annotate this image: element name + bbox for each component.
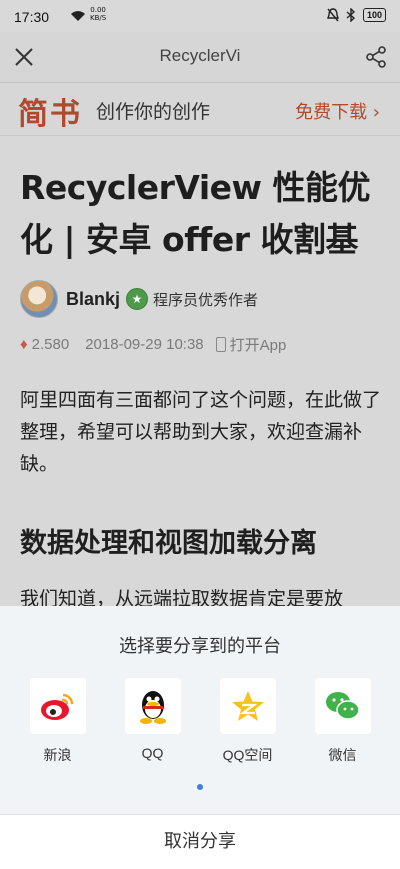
status-time: 17:30	[14, 9, 50, 25]
cancel-share-button[interactable]: 取消分享	[0, 814, 400, 869]
open-app-link[interactable]: 打开App	[230, 334, 287, 355]
author-row[interactable]: Blankj ★ 程序员优秀作者	[20, 279, 258, 319]
author-role: 程序员优秀作者	[153, 290, 259, 309]
intro-paragraph: 阿里四面有三面都问了这个问题，在此做了整理，希望可以帮助到大家，欢迎查漏补缺。	[20, 389, 382, 475]
page-indicator	[197, 784, 203, 790]
banner-slogan: 创作你的创作	[96, 101, 211, 123]
author-name[interactable]: Blankj	[66, 289, 120, 310]
page-title: RecyclerVi	[159, 46, 241, 65]
share-qzone[interactable]: QQ空间	[208, 678, 288, 765]
share-icon[interactable]	[364, 45, 388, 69]
qq-icon[interactable]	[124, 678, 181, 734]
section-heading: 数据处理和视图加载分离	[20, 528, 317, 559]
share-wechat[interactable]: 微信	[303, 678, 383, 765]
jianshu-logo: 简书	[18, 97, 82, 132]
net-speed-unit: KB/S	[90, 14, 107, 22]
share-platforms: 新浪 QQ QQ空间 微信	[0, 678, 400, 765]
share-qq[interactable]: QQ	[113, 678, 193, 765]
share-sheet: 选择要分享到的平台 新浪 QQ QQ空间 微信 取消分享	[0, 606, 400, 869]
diamond-count: 2.580	[31, 336, 70, 353]
publish-date: 2018-09-29 10:38	[85, 336, 204, 353]
app-banner[interactable]: 简书 创作你的创作 免费下载 ›	[0, 83, 400, 136]
share-qq-label: QQ	[141, 745, 164, 761]
qzone-icon[interactable]	[219, 678, 276, 734]
battery-indicator: 100	[362, 8, 386, 22]
net-speed: 0.00 KB/S	[90, 6, 106, 22]
bluetooth-icon	[346, 8, 355, 22]
mute-icon	[326, 8, 339, 22]
cancel-share-label: 取消分享	[164, 831, 236, 852]
wechat-icon[interactable]	[314, 678, 371, 734]
phone-icon	[215, 337, 226, 352]
share-weibo-label: 新浪	[43, 747, 72, 763]
body-paragraph: 我们知道，从远端拉取数据肯定是要放	[20, 588, 344, 606]
download-button[interactable]: 免费下载 ›	[295, 98, 380, 124]
share-qzone-label: QQ空间	[222, 747, 273, 763]
share-sheet-heading: 选择要分享到的平台	[119, 636, 281, 657]
article-title: RecyclerView 性能优化 | 安卓 offer 收割基	[20, 168, 371, 259]
star-badge-icon: ★	[126, 288, 149, 310]
share-weibo[interactable]: 新浪	[18, 678, 98, 765]
weibo-icon[interactable]	[29, 678, 86, 734]
diamond-icon: ♦	[20, 336, 28, 353]
article-content: RecyclerView 性能优化 | 安卓 offer 收割基 Blankj …	[0, 136, 400, 606]
avatar[interactable]	[20, 280, 58, 318]
net-speed-value: 0.00	[90, 6, 106, 14]
article-meta: ♦ 2.580 2018-09-29 10:38 打开App	[20, 334, 286, 355]
wifi-icon	[71, 11, 85, 21]
status-bar: 17:30 0.00 KB/S 100	[0, 0, 400, 32]
top-nav-bar: RecyclerVi	[0, 32, 400, 83]
share-wechat-label: 微信	[328, 747, 357, 763]
